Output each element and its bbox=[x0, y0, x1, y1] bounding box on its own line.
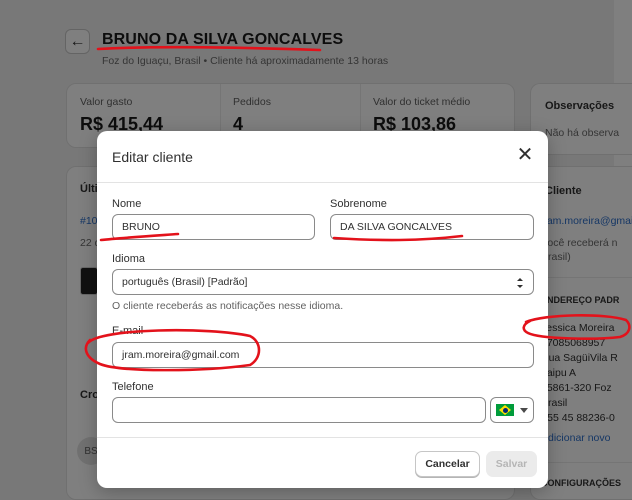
last-name-value: DA SILVA GONCALVES bbox=[340, 221, 453, 233]
brazil-flag-icon bbox=[496, 404, 514, 416]
language-value: português (Brasil) [Padrão] bbox=[122, 276, 248, 288]
last-name-input[interactable]: DA SILVA GONCALVES bbox=[330, 214, 534, 240]
language-hint: O cliente receberás as notificações ness… bbox=[112, 300, 344, 312]
first-name-input[interactable]: BRUNO bbox=[112, 214, 315, 240]
email-input[interactable]: jram.moreira@gmail.com bbox=[112, 342, 534, 368]
phone-country-select[interactable] bbox=[490, 397, 534, 423]
select-arrows-icon bbox=[517, 278, 523, 288]
phone-input[interactable] bbox=[112, 397, 486, 423]
email-label: E-mail bbox=[112, 325, 144, 337]
modal-title: Editar cliente bbox=[112, 149, 193, 165]
first-name-value: BRUNO bbox=[122, 221, 160, 233]
email-value: jram.moreira@gmail.com bbox=[122, 349, 240, 361]
edit-customer-modal: Editar cliente ✕ Nome BRUNO Sobrenome DA… bbox=[97, 131, 548, 488]
save-button[interactable]: Salvar bbox=[486, 451, 537, 477]
language-label: Idioma bbox=[112, 253, 146, 265]
phone-label: Telefone bbox=[112, 381, 154, 393]
caret-down-icon bbox=[520, 407, 528, 413]
close-icon[interactable]: ✕ bbox=[516, 145, 534, 165]
first-name-label: Nome bbox=[112, 198, 142, 210]
last-name-label: Sobrenome bbox=[330, 198, 387, 210]
language-select[interactable]: português (Brasil) [Padrão] bbox=[112, 269, 534, 295]
modal-footer: Cancelar Salvar bbox=[97, 437, 548, 488]
modal-header: Editar cliente ✕ bbox=[97, 131, 548, 183]
cancel-button[interactable]: Cancelar bbox=[415, 451, 480, 477]
